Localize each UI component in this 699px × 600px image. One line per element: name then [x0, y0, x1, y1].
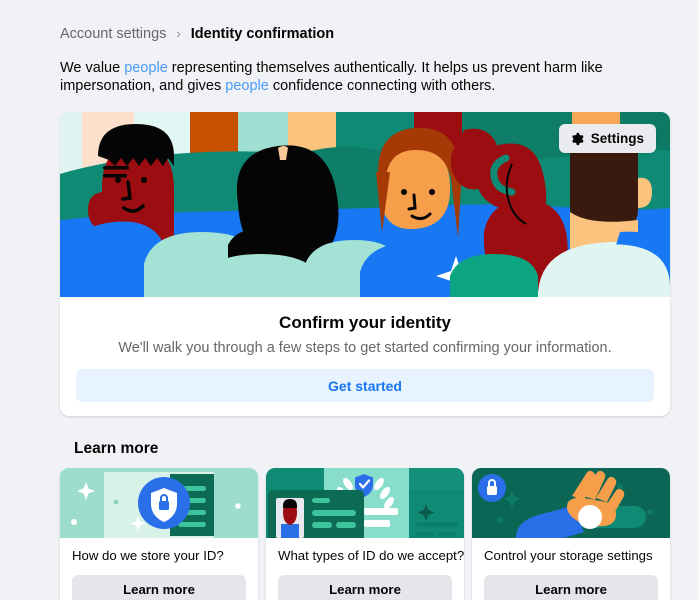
- people-link-2[interactable]: people: [225, 78, 269, 94]
- hero-subtitle: We'll walk you through a few steps to ge…: [118, 340, 612, 356]
- intro-paragraph: We value people representing themselves …: [60, 60, 671, 95]
- shield-lock-server-illustration: [60, 468, 258, 538]
- card-body: What types of ID do we accept? Learn mor…: [266, 538, 464, 600]
- learn-more-button[interactable]: Learn more: [278, 575, 452, 600]
- identity-confirmation-page: Account settings › Identity confirmation…: [0, 0, 699, 600]
- get-started-button[interactable]: Get started: [76, 369, 654, 402]
- intro-text-1: We value: [60, 60, 125, 76]
- breadcrumb-current-page: Identity confirmation: [190, 26, 335, 42]
- id-card-badge-illustration: [266, 468, 464, 538]
- confirm-identity-card: Settings Confirm your identity We'll wal…: [60, 112, 670, 416]
- card-body: Control your storage settings Learn more: [472, 538, 670, 600]
- hand-toggle-switch-illustration: [472, 468, 670, 538]
- card-title: What types of ID do we accept?: [278, 548, 464, 563]
- confirm-identity-body: Confirm your identity We'll walk you thr…: [60, 297, 670, 416]
- learn-more-heading: Learn more: [74, 440, 159, 457]
- card-title: Control your storage settings: [484, 548, 653, 563]
- settings-button-label: Settings: [590, 131, 644, 146]
- hero-title: Confirm your identity: [279, 313, 451, 332]
- settings-button[interactable]: Settings: [558, 124, 656, 153]
- gear-icon: [570, 132, 584, 146]
- card-title: How do we store your ID?: [72, 548, 224, 563]
- breadcrumb-account-settings[interactable]: Account settings: [60, 26, 166, 42]
- card-body: How do we store your ID? Learn more: [60, 538, 258, 600]
- intro-text-3: confidence connecting with others.: [268, 77, 496, 94]
- crowd-illustration: Settings: [60, 112, 670, 297]
- learn-more-card[interactable]: What types of ID do we accept? Learn mor…: [266, 468, 464, 600]
- learn-more-card-list: How do we store your ID? Learn more What…: [60, 468, 671, 600]
- breadcrumb: Account settings › Identity confirmation: [60, 24, 671, 44]
- learn-more-button[interactable]: Learn more: [484, 575, 658, 600]
- learn-more-button[interactable]: Learn more: [72, 575, 246, 600]
- learn-more-card[interactable]: How do we store your ID? Learn more: [60, 468, 258, 600]
- learn-more-card[interactable]: Control your storage settings Learn more: [472, 468, 670, 600]
- people-link-1[interactable]: people: [124, 60, 168, 76]
- chevron-right-icon: ›: [176, 25, 181, 41]
